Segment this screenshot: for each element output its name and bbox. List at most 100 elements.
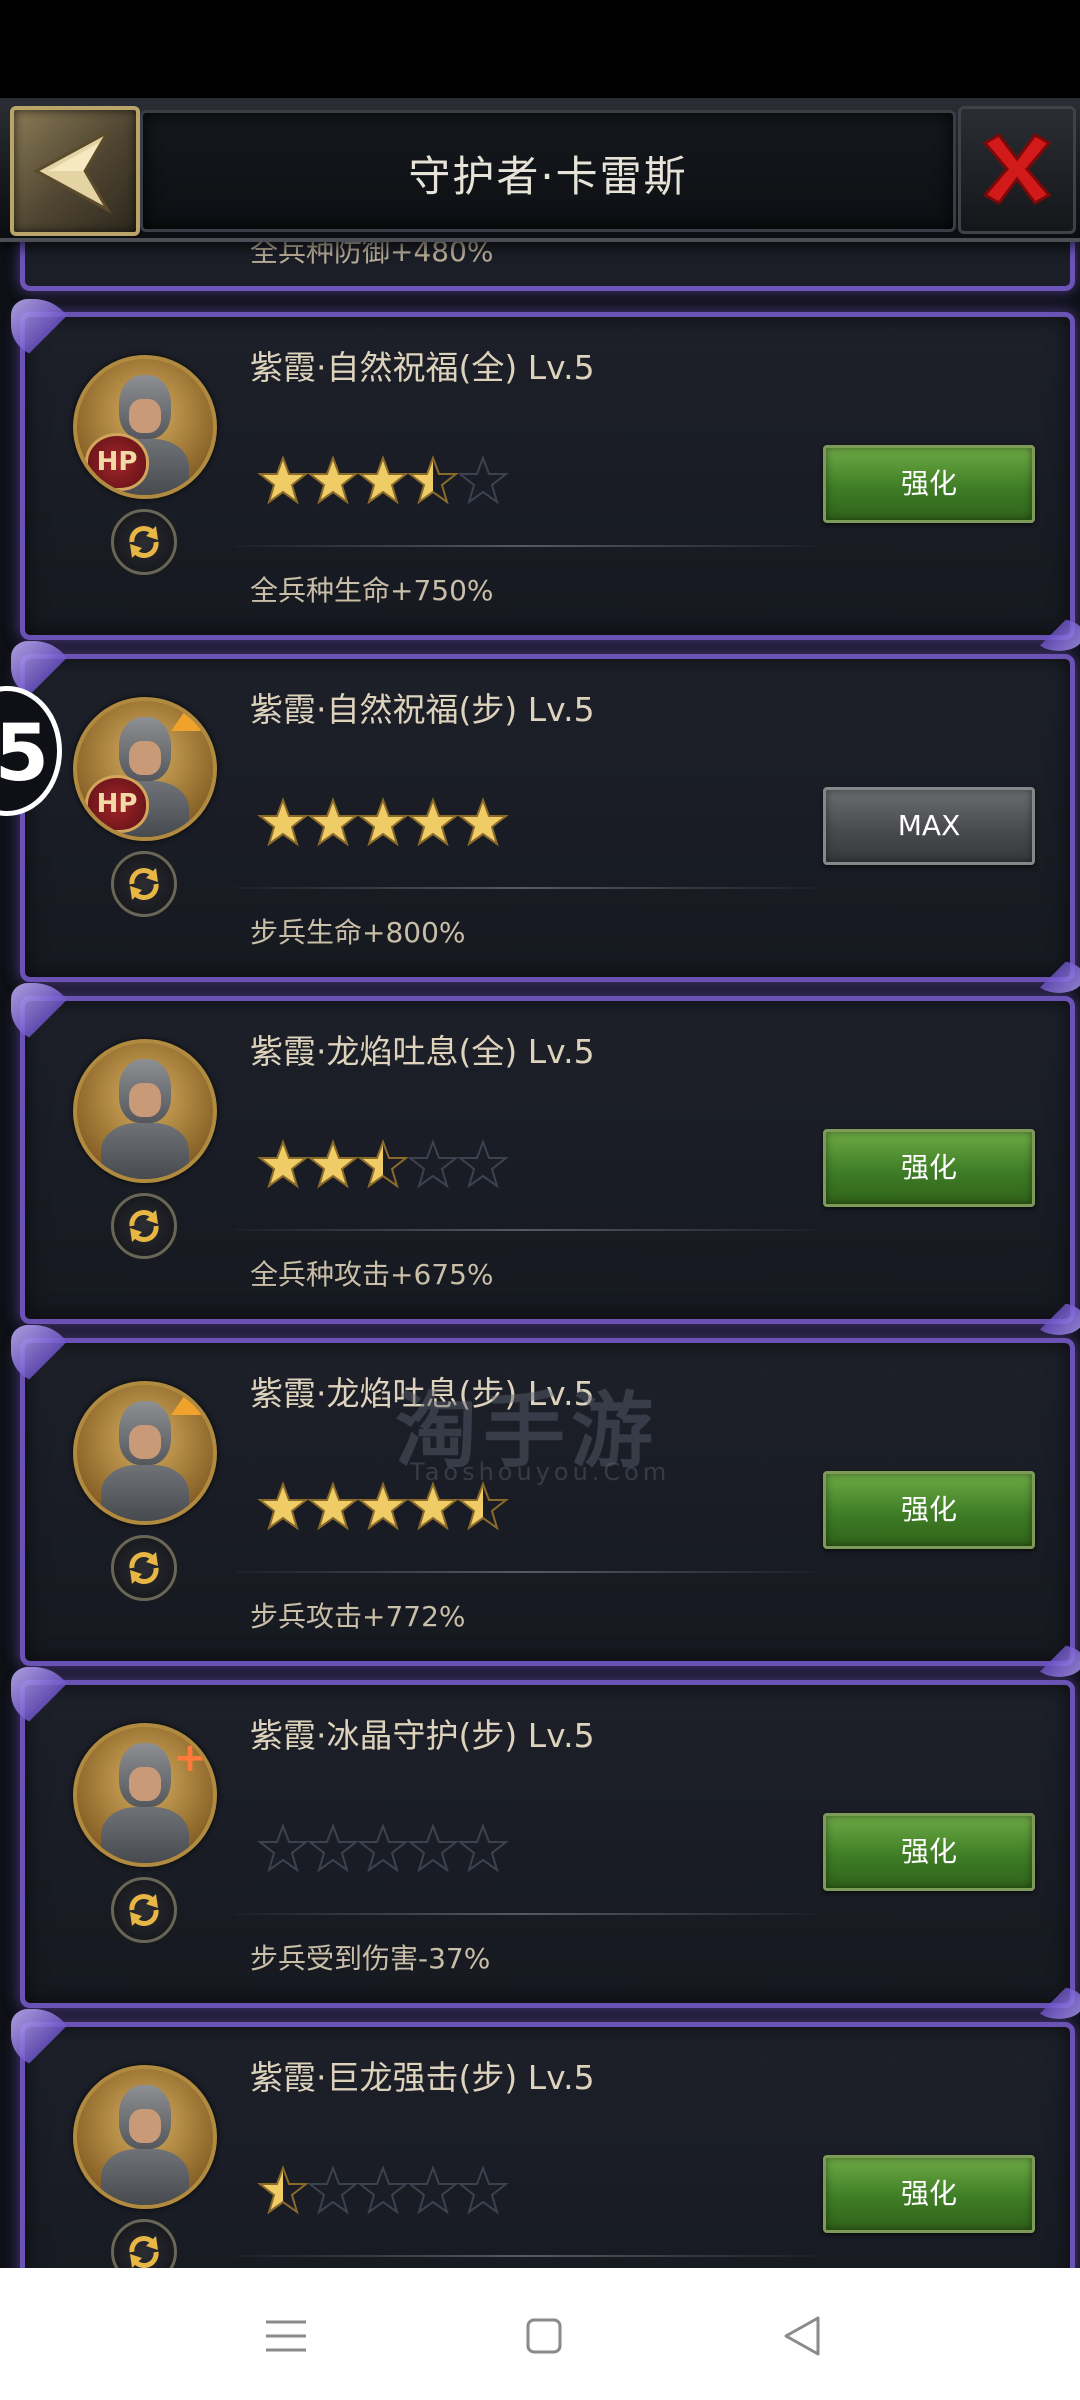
home-square-icon[interactable]	[514, 2306, 574, 2366]
star-icon	[457, 797, 509, 849]
star-icon	[457, 455, 509, 507]
portrait-body	[101, 1465, 189, 1521]
star-icon	[457, 1481, 509, 1533]
star-icon	[357, 2165, 409, 2217]
star-icon	[407, 797, 459, 849]
enhance-button[interactable]: 强化	[823, 1129, 1035, 1207]
enhance-button[interactable]: 强化	[823, 1813, 1035, 1891]
skill-name: 紫霞·巨龙强击(步) Lv.5	[250, 2058, 595, 2097]
skill-portrait[interactable]	[73, 1381, 217, 1525]
refresh-button[interactable]	[111, 1193, 177, 1259]
skill-portrait[interactable]	[73, 2065, 217, 2209]
star-icon	[457, 2165, 509, 2217]
close-button[interactable]	[958, 106, 1076, 234]
portrait-body	[101, 2149, 189, 2205]
skill-effect: 全兵种防御+480%	[250, 238, 494, 268]
back-button[interactable]	[10, 106, 140, 236]
star-icon	[257, 1139, 309, 1191]
skill-effect: 步兵攻击+772%	[250, 1600, 466, 1633]
skill-portrait[interactable]	[73, 1039, 217, 1183]
refresh-button[interactable]	[111, 1877, 177, 1943]
star-icon	[357, 1823, 409, 1875]
portrait-face	[129, 1767, 161, 1801]
refresh-icon	[129, 868, 159, 900]
watermark-sub: Taoshouyou.Com	[410, 1458, 671, 1486]
refresh-button[interactable]	[111, 1535, 177, 1601]
max-button[interactable]: MAX	[823, 787, 1035, 865]
refresh-button[interactable]	[111, 851, 177, 917]
skill-list[interactable]: 全兵种防御+480% 5 HP 紫霞·自然祝福(全) Lv.5 全兵种生命+750%…	[0, 238, 1080, 2268]
refresh-icon	[129, 2236, 159, 2268]
portrait-body	[101, 1123, 189, 1179]
navigation-bar	[0, 2268, 1080, 2400]
skill-effect: 步兵受到伤害-37%	[250, 1942, 491, 1975]
refresh-button[interactable]	[111, 509, 177, 575]
star-icon	[407, 2165, 459, 2217]
divider	[235, 545, 815, 547]
page-title: 守护者·卡雷斯	[408, 152, 688, 201]
back-arrow-icon	[33, 128, 112, 214]
enhance-button[interactable]: 强化	[823, 445, 1035, 523]
skill-portrait[interactable]: HP	[73, 697, 217, 841]
back-triangle-icon[interactable]	[772, 2306, 832, 2366]
skill-card: HP 紫霞·自然祝福(步) Lv.5 步兵生命+800% MAX	[11, 641, 1080, 993]
star-icon	[307, 1139, 359, 1191]
refresh-icon	[129, 526, 159, 558]
skill-name: 紫霞·冰晶守护(步) Lv.5	[250, 1716, 595, 1755]
star-icon	[357, 455, 409, 507]
plus-icon: +	[173, 1735, 207, 1781]
partial-skill-card: 全兵种防御+480%	[20, 238, 1075, 291]
enhance-button[interactable]: 强化	[823, 1471, 1035, 1549]
star-icon	[257, 455, 309, 507]
skill-portrait[interactable]: HP	[73, 355, 217, 499]
divider	[235, 887, 815, 889]
star-icon	[407, 1139, 459, 1191]
refresh-icon	[129, 1552, 159, 1584]
skill-card: + 紫霞·冰晶守护(步) Lv.5 步兵受到伤害-37% 强化	[11, 1667, 1080, 2019]
portrait-face	[129, 741, 161, 775]
skill-portrait[interactable]: +	[73, 1723, 217, 1867]
star-icon	[257, 1481, 309, 1533]
refresh-button[interactable]	[111, 2219, 177, 2268]
close-x-icon	[982, 133, 1052, 205]
star-icon	[407, 1481, 459, 1533]
star-icon	[357, 1481, 409, 1533]
star-icon	[307, 797, 359, 849]
portrait-face	[129, 2109, 161, 2143]
skill-effect: 全兵种生命+750%	[250, 574, 494, 607]
star-icon	[357, 797, 409, 849]
menu-icon[interactable]	[256, 2306, 316, 2366]
star-icon	[257, 797, 309, 849]
portrait-body	[101, 1807, 189, 1863]
status-bar	[0, 0, 1080, 98]
skill-name: 紫霞·龙焰吐息(全) Lv.5	[250, 1032, 595, 1071]
star-icon	[457, 1139, 509, 1191]
divider	[235, 1913, 815, 1915]
divider	[235, 1229, 815, 1231]
star-icon	[357, 1139, 409, 1191]
star-icon	[307, 1481, 359, 1533]
skill-card: HP 紫霞·自然祝福(全) Lv.5 全兵种生命+750% 强化	[11, 299, 1080, 651]
star-icon	[457, 1823, 509, 1875]
star-icon	[307, 455, 359, 507]
skill-card: 紫霞·巨龙强击(步) Lv.5 强化	[11, 2009, 1075, 2268]
skill-card: 紫霞·龙焰吐息(全) Lv.5 全兵种攻击+675% 强化	[11, 983, 1080, 1335]
divider	[235, 1571, 815, 1573]
up-arrow-icon	[171, 705, 207, 731]
star-icon	[257, 2165, 309, 2217]
skill-effect: 步兵生命+800%	[250, 916, 466, 949]
refresh-icon	[129, 1210, 159, 1242]
star-icon	[407, 455, 459, 507]
up-arrow-icon	[171, 1389, 207, 1415]
skill-effect: 全兵种攻击+675%	[250, 1258, 494, 1291]
skill-name: 紫霞·自然祝福(全) Lv.5	[250, 348, 595, 387]
divider	[235, 2255, 815, 2257]
title-bar: 守护者·卡雷斯	[140, 110, 956, 232]
star-icon	[257, 1823, 309, 1875]
skill-name: 紫霞·自然祝福(步) Lv.5	[250, 690, 595, 729]
star-icon	[307, 2165, 359, 2217]
hp-badge: HP	[85, 775, 149, 833]
enhance-button[interactable]: 强化	[823, 2155, 1035, 2233]
hp-badge: HP	[85, 433, 149, 491]
portrait-face	[129, 1425, 161, 1459]
